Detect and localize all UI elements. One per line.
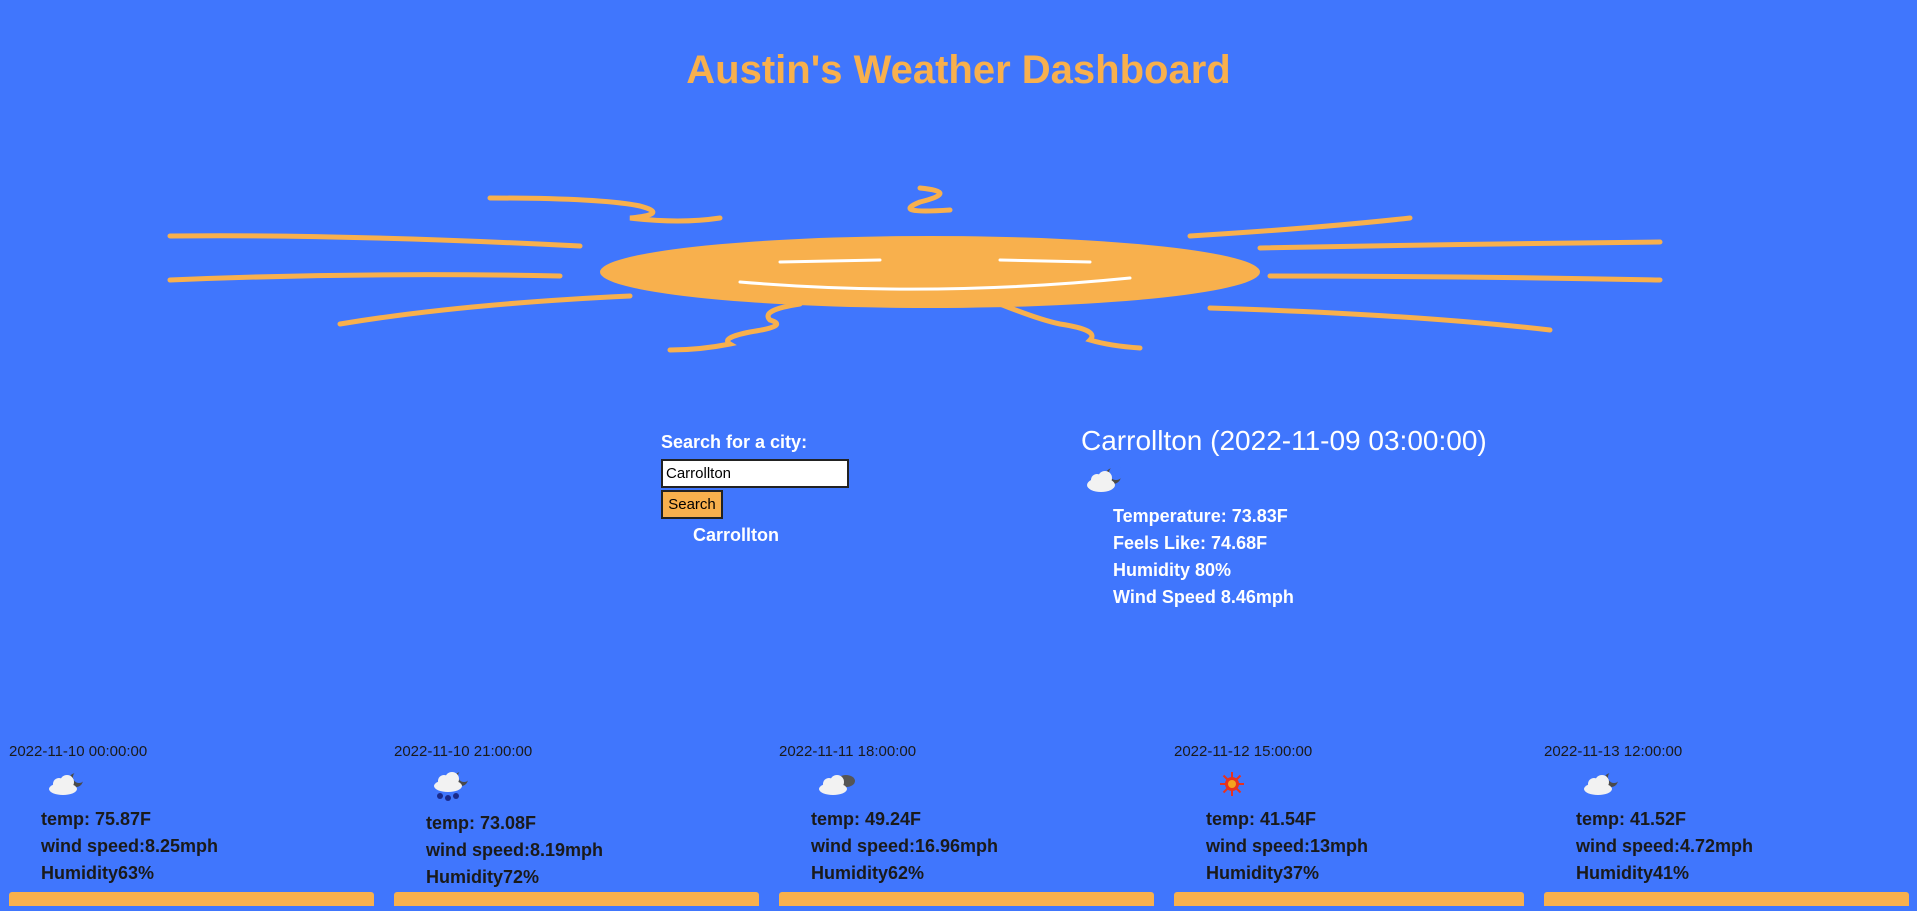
page-title: Austin's Weather Dashboard [686, 48, 1231, 92]
forecast-humidity: Humidity41% [1576, 863, 1690, 883]
forecast-card: 2022-11-10 00:00:00 temp: 75.87F wind sp… [9, 743, 218, 887]
forecast-temp: temp: 75.87F [41, 809, 152, 829]
forecast-wind: wind speed:13mph [1206, 836, 1369, 856]
forecast-wind: wind speed:4.72mph [1576, 836, 1754, 856]
cloudy-icon [819, 775, 855, 795]
partly-cloudy-night-icon [1087, 466, 1123, 492]
forecast-card-bar [1174, 892, 1524, 906]
current-feels-like: Feels Like: 74.68F [1113, 533, 1268, 553]
forecast-humidity: Humidity62% [811, 863, 925, 883]
partly-cloudy-night-icon [49, 771, 85, 795]
search-history: Carrollton [693, 525, 849, 546]
forecast-details: temp: 41.54F wind speed:13mph Humidity37… [1206, 806, 1368, 887]
forecast-card: 2022-11-11 18:00:00 temp: 49.24F wind sp… [779, 743, 998, 887]
forecast-temp: temp: 49.24F [811, 809, 922, 829]
current-details: Temperature: 73.83F Feels Like: 74.68F H… [1113, 503, 1487, 611]
forecast-details: temp: 49.24F wind speed:16.96mph Humidit… [811, 806, 998, 887]
forecast-humidity: Humidity72% [426, 867, 540, 887]
search-label: Search for a city: [661, 432, 808, 452]
search-input[interactable] [661, 459, 849, 488]
current-wind-speed: Wind Speed 8.46mph [1113, 587, 1294, 607]
forecast-humidity: Humidity63% [41, 863, 155, 883]
forecast-card: 2022-11-10 21:00:00 temp: 73.08F wind sp… [394, 743, 603, 891]
sun-illustration [167, 185, 1663, 353]
forecast-date: 2022-11-11 18:00:00 [779, 743, 917, 760]
forecast-details: temp: 41.52F wind speed:4.72mph Humidity… [1576, 806, 1753, 887]
forecast-card-bar [779, 892, 1154, 906]
forecast-temp: temp: 41.54F [1206, 809, 1317, 829]
forecast-humidity: Humidity37% [1206, 863, 1320, 883]
forecast-date: 2022-11-13 12:00:00 [1544, 743, 1683, 760]
forecast-details: temp: 75.87F wind speed:8.25mph Humidity… [41, 806, 218, 887]
sun-icon [1220, 772, 1244, 796]
current-humidity: Humidity 80% [1113, 560, 1232, 580]
forecast-card-bar [1544, 892, 1909, 906]
forecast-card: 2022-11-13 12:00:00 temp: 41.52F wind sp… [1544, 743, 1753, 887]
weather-dashboard: Austin's Weather Dashboard Search for a … [0, 0, 1917, 911]
forecast-card: 2022-11-12 15:00:00 temp: 41.54F wind sp… [1174, 743, 1368, 887]
forecast-wind: wind speed:8.19mph [426, 840, 604, 860]
forecast-card-bar [9, 892, 374, 906]
forecast-card-bar [394, 892, 759, 906]
forecast-date: 2022-11-10 00:00:00 [9, 743, 148, 760]
forecast-date: 2022-11-12 15:00:00 [1174, 743, 1313, 760]
forecast-temp: temp: 41.52F [1576, 809, 1687, 829]
search-button[interactable]: Search [661, 490, 723, 519]
forecast-wind: wind speed:16.96mph [811, 836, 999, 856]
five-day-forecast: 2022-11-10 00:00:00 temp: 75.87F wind sp… [0, 743, 1917, 911]
current-city-heading: Carrollton (2022-11-09 03:00:00) [1081, 425, 1487, 456]
search-panel: Search for a city: Search Carrollton [661, 432, 849, 546]
forecast-wind: wind speed:8.25mph [41, 836, 219, 856]
current-temperature: Temperature: 73.83F [1113, 506, 1288, 526]
partly-cloudy-night-icon [1584, 771, 1620, 795]
rain-night-icon [434, 770, 470, 801]
forecast-details: temp: 73.08F wind speed:8.19mph Humidity… [426, 810, 603, 891]
forecast-date: 2022-11-10 21:00:00 [394, 743, 533, 760]
forecast-temp: temp: 73.08F [426, 813, 537, 833]
current-weather: Carrollton (2022-11-09 03:00:00) Tempera… [1081, 425, 1487, 611]
history-item[interactable]: Carrollton [693, 525, 849, 546]
